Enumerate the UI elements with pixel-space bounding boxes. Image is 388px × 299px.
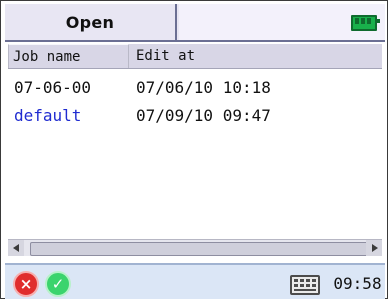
job-list: 07-06-00 07/06/10 10:18 default 07/09/10…: [8, 69, 382, 239]
edit-time-cell: 07/06/10 10:18: [136, 77, 271, 97]
column-header-edit-at[interactable]: Edit at: [132, 44, 382, 68]
scroll-left-arrow-icon[interactable]: [8, 240, 24, 256]
cancel-icon[interactable]: ×: [13, 271, 39, 297]
job-name-cell: default: [14, 105, 82, 125]
bottom-bar: × ✓ 09:58: [5, 263, 385, 299]
keyboard-icon[interactable]: [290, 275, 320, 295]
top-bar: Open: [5, 4, 385, 42]
table-header: Job name Edit at: [8, 44, 382, 69]
horizontal-scrollbar[interactable]: [8, 239, 382, 256]
table-row[interactable]: default 07/09/10 09:47: [8, 103, 382, 127]
scrollbar-thumb[interactable]: [30, 242, 376, 256]
top-right-area: [179, 4, 385, 40]
clock: 09:58: [333, 273, 382, 293]
job-name-cell: 07-06-00: [14, 77, 92, 97]
scroll-right-arrow-icon[interactable]: [366, 240, 382, 256]
column-header-job-name[interactable]: Job name: [8, 44, 129, 68]
window-title: Open: [65, 12, 115, 32]
edit-time-cell: 07/09/10 09:47: [136, 105, 271, 125]
ok-icon[interactable]: ✓: [45, 271, 71, 297]
app-window: Open Job name Edit at 07-06-00 07/06/10 …: [0, 0, 388, 299]
table-row[interactable]: 07-06-00 07/06/10 10:18: [8, 75, 382, 99]
battery-icon: [351, 15, 380, 31]
title-cell: Open: [5, 4, 177, 40]
